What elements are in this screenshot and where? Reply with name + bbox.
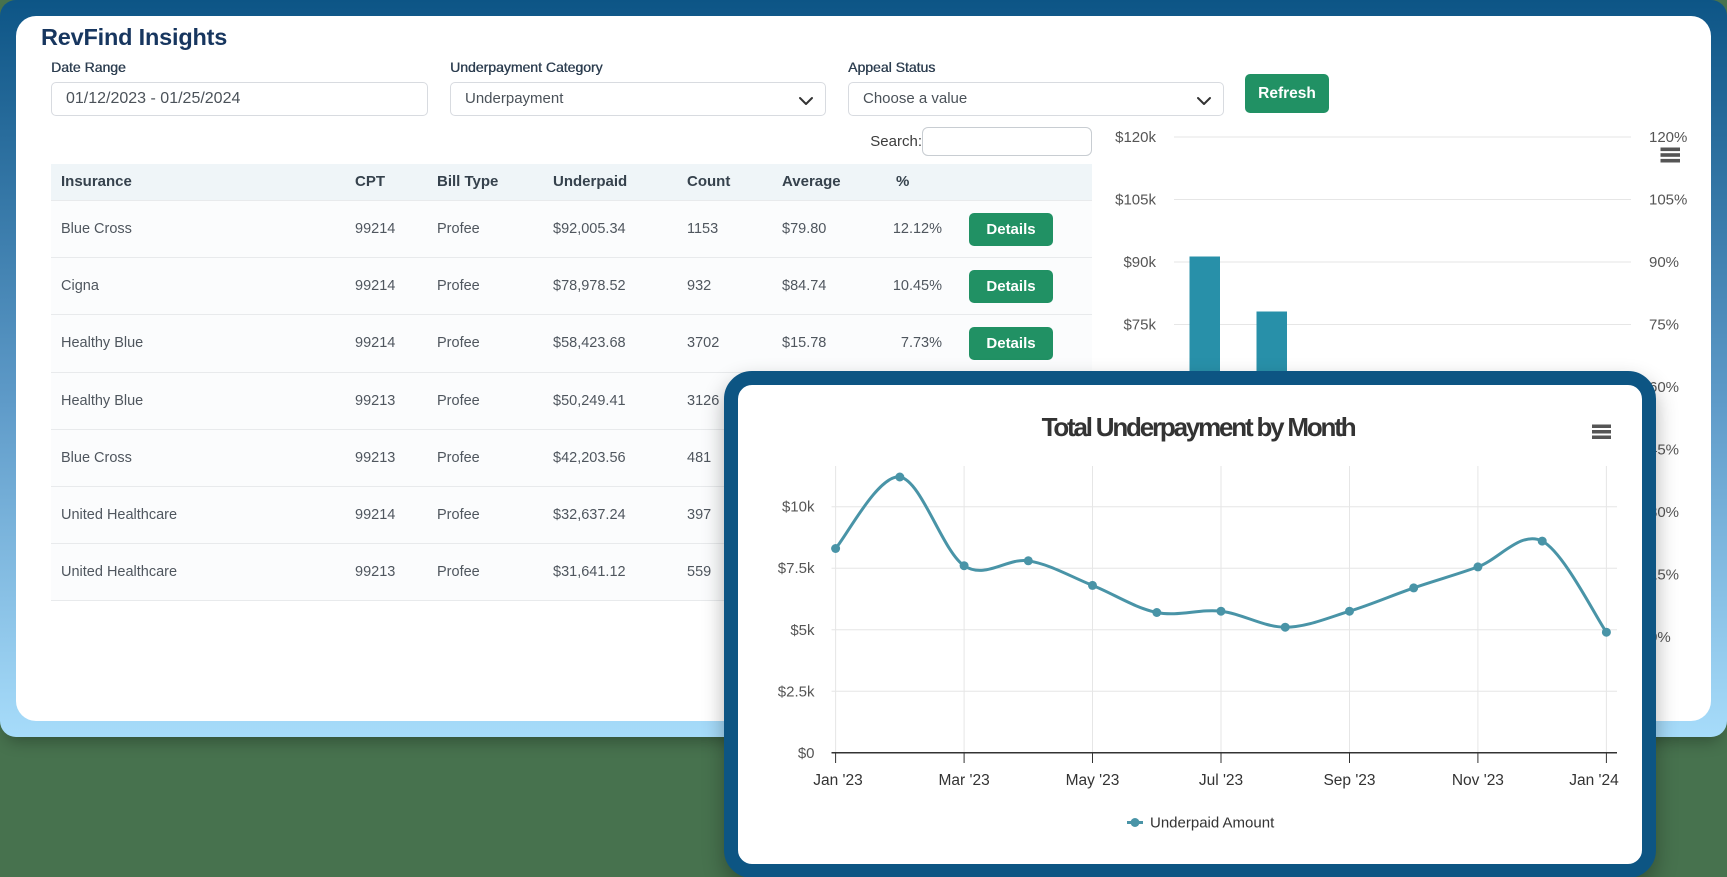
svg-text:Jan '24: Jan '24 [1569,772,1619,789]
svg-text:$120k: $120k [1115,129,1156,146]
svg-text:$75k: $75k [1123,317,1156,334]
svg-text:90%: 90% [1649,254,1679,271]
svg-text:Nov '23: Nov '23 [1452,772,1504,789]
svg-text:$105k: $105k [1115,192,1156,209]
svg-text:Mar '23: Mar '23 [938,772,989,789]
svg-text:$0: $0 [798,745,815,762]
svg-text:Jan '23: Jan '23 [813,772,863,789]
svg-text:Underpaid Amount: Underpaid Amount [1150,815,1275,832]
svg-text:105%: 105% [1649,192,1687,209]
svg-text:$5k: $5k [790,622,815,639]
svg-text:$2.5k: $2.5k [778,683,815,700]
svg-text:May '23: May '23 [1066,772,1120,789]
svg-text:75%: 75% [1649,317,1679,334]
svg-text:$90k: $90k [1123,254,1156,271]
svg-text:$7.5k: $7.5k [778,560,815,577]
svg-text:Sep '23: Sep '23 [1323,772,1375,789]
svg-text:Jul '23: Jul '23 [1199,772,1243,789]
svg-text:$10k: $10k [782,499,815,516]
svg-text:120%: 120% [1649,129,1687,146]
